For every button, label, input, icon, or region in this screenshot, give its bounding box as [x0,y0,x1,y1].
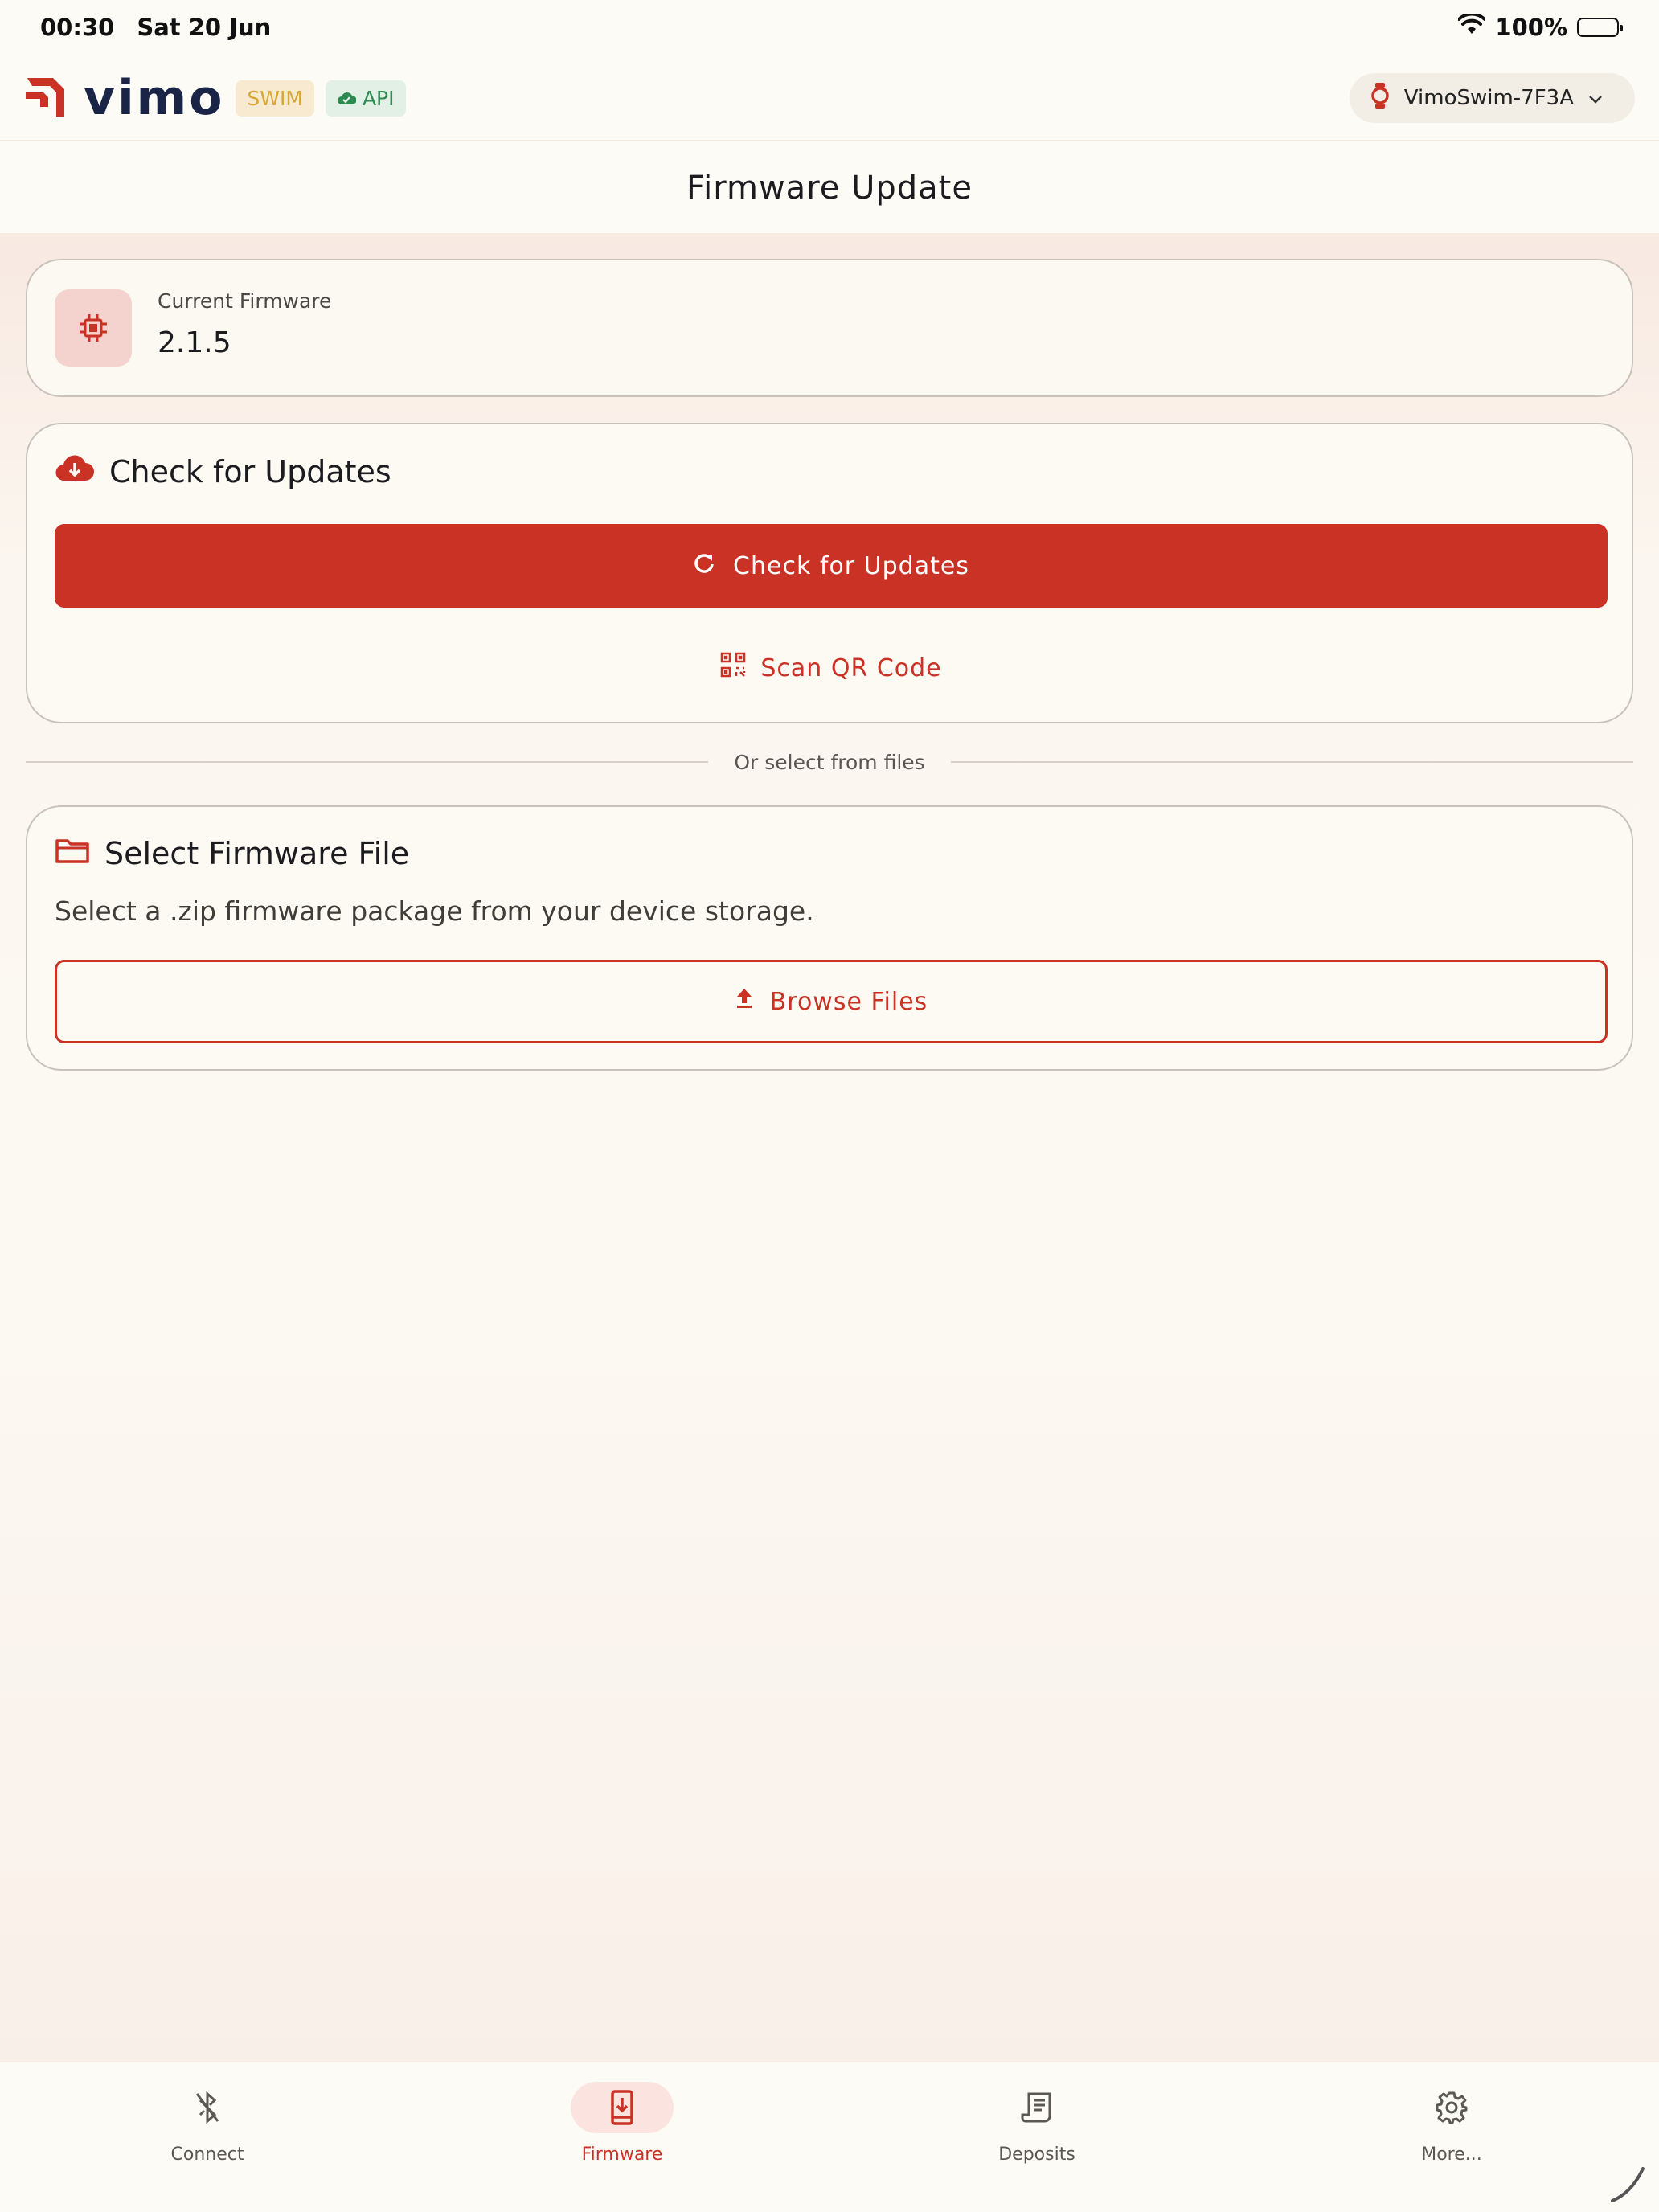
cloud-check-icon [337,87,357,110]
divider-line-right [950,761,1634,763]
check-updates-button[interactable]: Check for Updates [55,524,1608,608]
nav-label-firmware: Firmware [581,2144,663,2165]
qr-scan-icon [720,652,746,684]
nav-label-more: More... [1421,2144,1482,2165]
nav-label-deposits: Deposits [998,2144,1075,2165]
device-selector[interactable]: VimoSwim-7F3A [1349,73,1635,123]
api-badge-label: API [362,86,395,110]
nav-item-more[interactable]: More... [1244,2062,1659,2212]
battery-icon [1577,18,1623,37]
check-updates-button-label: Check for Updates [733,551,969,580]
browse-files-button-label: Browse Files [769,987,928,1016]
select-firmware-card: Select Firmware File Select a .zip firmw… [26,805,1633,1071]
section-divider: Or select from files [26,748,1634,776]
upload-icon [735,987,754,1016]
scan-qr-button[interactable]: Scan QR Code [27,640,1635,696]
swim-badge: SWIM [236,80,314,117]
check-updates-heading: Check for Updates [55,453,391,490]
select-firmware-title: Select Firmware File [104,836,410,871]
status-date: Sat 20 Jun [137,14,272,41]
current-firmware-label: Current Firmware [158,289,332,313]
current-firmware-version: 2.1.5 [158,326,231,359]
battery-percent: 100% [1495,14,1567,41]
nav-label-connect: Connect [170,2144,244,2165]
wifi-icon [1457,12,1487,41]
browse-files-button[interactable]: Browse Files [55,960,1608,1043]
select-firmware-description: Select a .zip firmware package from your… [55,895,814,927]
watch-icon [1370,82,1390,115]
divider-line-left [26,761,709,763]
check-updates-card: Check for Updates Check for Updates Scan… [26,423,1633,723]
nav-item-deposits[interactable]: Deposits [830,2062,1244,2212]
bottom-navigation: Connect Firmware Deposits More... [0,2062,1659,2212]
cloud-download-icon [55,453,95,490]
divider-text: Or select from files [734,750,925,774]
brand-wordmark: vimo [84,70,225,126]
scan-qr-button-label: Scan QR Code [760,653,942,682]
gear-icon [1400,2082,1503,2133]
vimo-logo-icon [24,72,74,125]
receipt-icon [985,2082,1088,2133]
chevron-down-icon [1588,86,1603,110]
api-badge: API [325,80,406,117]
resize-handle-icon [1611,2167,1645,2202]
nav-item-firmware[interactable]: Firmware [415,2062,830,2212]
current-firmware-card: Current Firmware 2.1.5 [26,259,1633,397]
status-bar: 00:30 Sat 20 Jun 100% [0,0,1659,55]
device-name: VimoSwim-7F3A [1403,86,1574,110]
app-header: vimo SWIM API VimoSwim-7F3A [0,56,1659,141]
brand: vimo SWIM API [24,70,406,126]
status-time: 00:30 [40,14,115,41]
firmware-download-icon [571,2082,674,2133]
bluetooth-off-icon [156,2082,259,2133]
nav-item-connect[interactable]: Connect [0,2062,415,2212]
folder-icon [55,836,90,871]
chip-icon [55,289,132,367]
refresh-icon [693,551,715,580]
check-updates-title: Check for Updates [109,453,391,490]
select-firmware-heading: Select Firmware File [55,836,409,871]
page-title: Firmware Update [0,143,1659,233]
